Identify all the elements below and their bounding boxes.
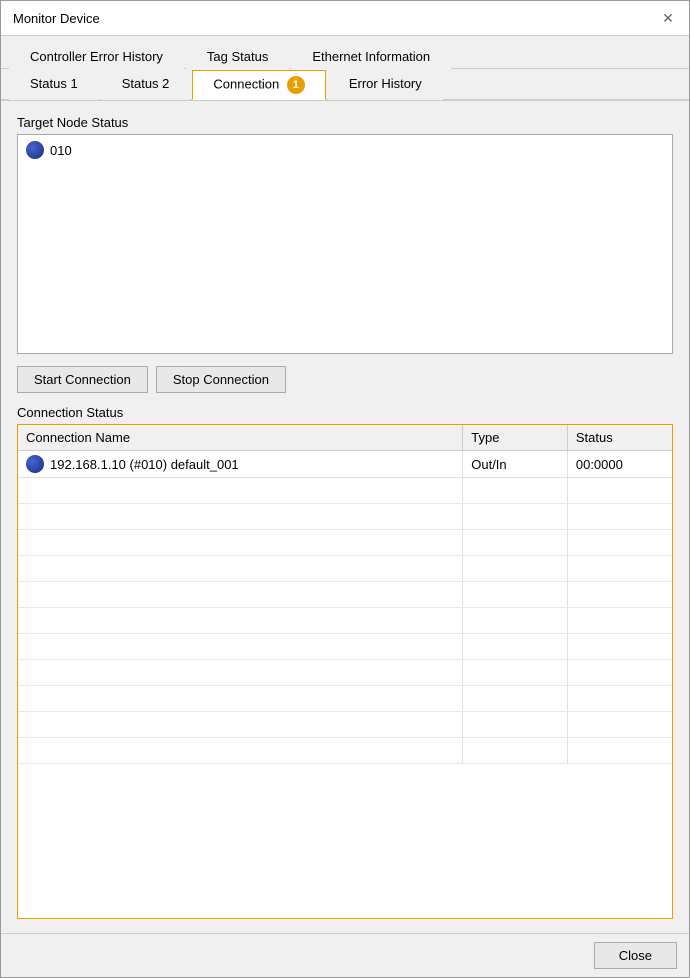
connection-tab-badge: 1: [287, 76, 305, 94]
tab-controller-error-history[interactable]: Controller Error History: [9, 43, 184, 69]
monitor-device-window: Monitor Device ✕ Controller Error Histor…: [0, 0, 690, 978]
table-cell-type: Out/In: [463, 451, 568, 478]
table-row-empty: [18, 712, 672, 738]
table-row-empty: [18, 504, 672, 530]
start-connection-button[interactable]: Start Connection: [17, 366, 148, 393]
connection-table-wrapper: Connection Name Type Status 192.168.1.10…: [17, 424, 673, 919]
tab-row-2: Status 1 Status 2 Connection 1 Error His…: [1, 69, 689, 101]
title-bar: Monitor Device ✕: [1, 1, 689, 36]
tab-status2[interactable]: Status 2: [101, 70, 191, 100]
stop-connection-button[interactable]: Stop Connection: [156, 366, 286, 393]
footer: Close: [1, 933, 689, 977]
target-node-box: 010: [17, 134, 673, 354]
tab-tag-status[interactable]: Tag Status: [186, 43, 289, 69]
table-row-empty: [18, 686, 672, 712]
table-row-empty: [18, 660, 672, 686]
window-close-button[interactable]: ✕: [659, 9, 677, 27]
connection-status-section: Connection Status Connection Name Type S…: [17, 405, 673, 919]
table-row-empty: [18, 530, 672, 556]
col-header-name: Connection Name: [18, 425, 463, 451]
node-item: 010: [26, 141, 664, 159]
table-row-empty: [18, 478, 672, 504]
table-row-empty: [18, 634, 672, 660]
table-row: 192.168.1.10 (#010) default_001 Out/In 0…: [18, 451, 672, 478]
tab-connection[interactable]: Connection 1: [192, 70, 325, 100]
target-node-status-label: Target Node Status: [17, 115, 673, 130]
node-label: 010: [50, 143, 72, 158]
main-content: Target Node Status 010 Start Connection …: [1, 101, 689, 933]
col-header-status: Status: [567, 425, 672, 451]
tab-error-history[interactable]: Error History: [328, 70, 443, 100]
connection-table: Connection Name Type Status 192.168.1.10…: [18, 425, 672, 764]
connection-globe-icon: [26, 455, 44, 473]
window-title: Monitor Device: [13, 11, 100, 26]
target-node-status-section: Target Node Status 010: [17, 115, 673, 354]
close-button[interactable]: Close: [594, 942, 677, 969]
table-row-empty: [18, 556, 672, 582]
table-row-empty: [18, 738, 672, 764]
table-row-empty: [18, 582, 672, 608]
table-cell-status: 00:0000: [567, 451, 672, 478]
tab-ethernet-information[interactable]: Ethernet Information: [291, 43, 451, 69]
tab-status1[interactable]: Status 1: [9, 70, 99, 100]
table-cell-name: 192.168.1.10 (#010) default_001: [18, 451, 463, 478]
col-header-type: Type: [463, 425, 568, 451]
button-row: Start Connection Stop Connection: [17, 366, 673, 393]
table-row-empty: [18, 608, 672, 634]
tab-row-1: Controller Error History Tag Status Ethe…: [1, 36, 689, 69]
node-globe-icon: [26, 141, 44, 159]
table-header-row: Connection Name Type Status: [18, 425, 672, 451]
connection-status-label: Connection Status: [17, 405, 673, 420]
